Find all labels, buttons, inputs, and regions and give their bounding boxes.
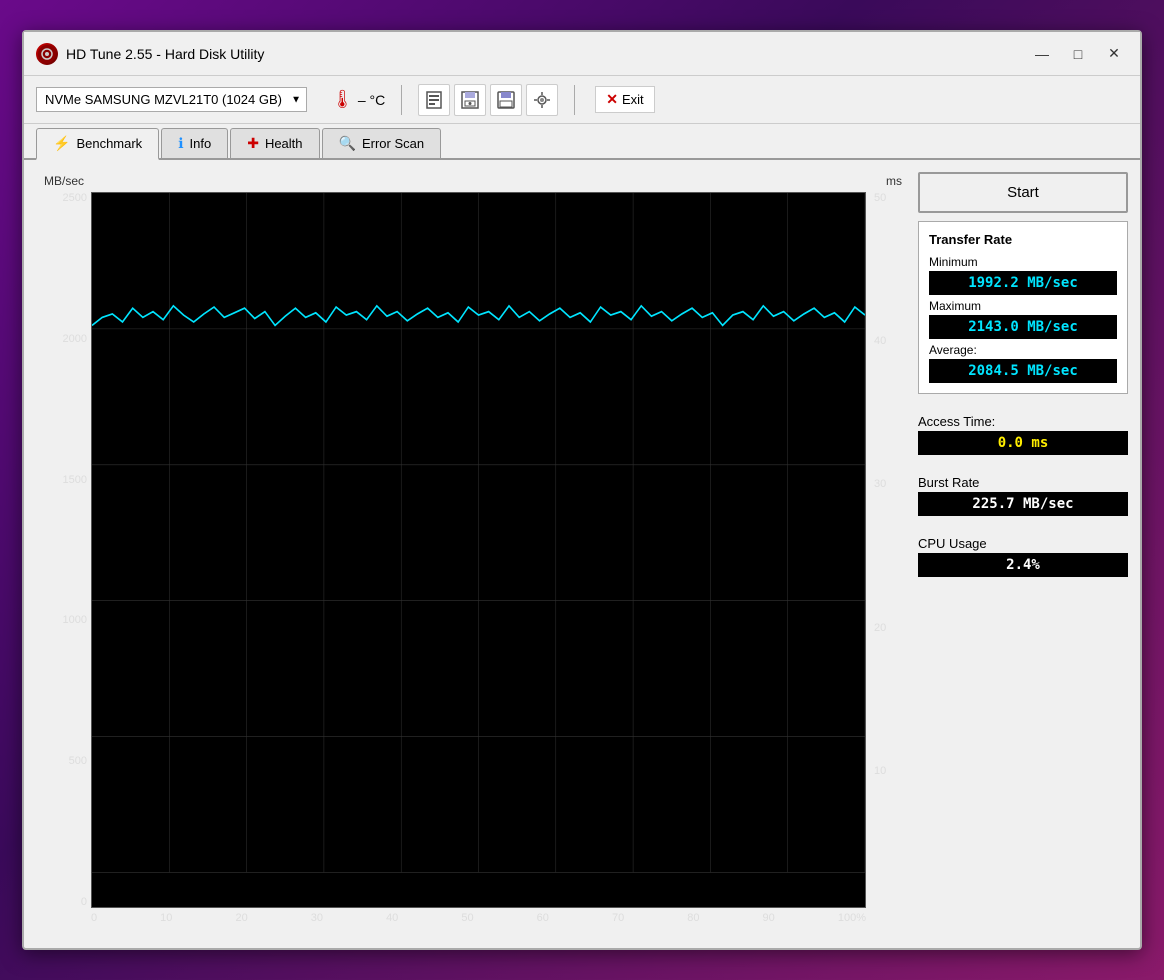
y-label-right-30: 30 [870,478,906,490]
burst-rate-container: Burst Rate 225.7 MB/sec [918,471,1128,516]
minimize-button[interactable]: — [1028,43,1056,65]
tab-info[interactable]: ℹ Info [161,128,228,158]
health-tab-icon: ✚ [247,135,259,152]
y-axis-title: MB/sec [44,174,84,188]
app-icon [36,43,58,65]
x-label-100: 100% [838,912,866,936]
error-scan-tab-label: Error Scan [362,136,424,151]
access-time-value: 0.0 ms [918,431,1128,455]
window-controls: — □ ✕ [1028,43,1128,65]
tab-error-scan[interactable]: 🔍 Error Scan [322,128,442,158]
access-time-container: Access Time: 0.0 ms [918,410,1128,455]
info-tab-label: Info [190,136,212,151]
temperature-display: 🌡 – °C [331,89,385,110]
access-time-label: Access Time: [918,414,1128,429]
error-scan-tab-icon: 🔍 [339,135,356,152]
burst-rate-label: Burst Rate [918,475,1128,490]
transfer-rate-box: Transfer Rate Minimum 1992.2 MB/sec Maxi… [918,221,1128,394]
y-label-right-20: 20 [870,622,906,634]
x-label-20: 20 [235,912,247,936]
right-panel: Start Transfer Rate Minimum 1992.2 MB/se… [918,172,1128,936]
health-tab-label: Health [265,136,303,151]
toolbar-separator [401,85,402,115]
chart-svg [92,193,865,907]
y-axis-title-right: ms [886,174,902,188]
y-label-2500: 2500 [36,192,91,204]
main-window: HD Tune 2.55 - Hard Disk Utility — □ ✕ N… [22,30,1142,950]
x-label-50: 50 [461,912,473,936]
chart-container: MB/sec ms 2500 2000 1500 1000 500 0 [36,172,906,936]
cpu-usage-label: CPU Usage [918,536,1128,551]
x-label-40: 40 [386,912,398,936]
title-left: HD Tune 2.55 - Hard Disk Utility [36,43,264,65]
average-value: 2084.5 MB/sec [929,359,1117,383]
cpu-usage-value: 2.4% [918,553,1128,577]
chart-inner-wrap: 0 10 20 30 40 50 60 70 80 90 100% [91,192,866,936]
y-labels-right: 50 40 30 20 10 [866,192,906,936]
maximum-label: Maximum [929,299,1117,313]
average-label: Average: [929,343,1117,357]
transfer-rate-title: Transfer Rate [929,232,1117,247]
cpu-usage-container: CPU Usage 2.4% [918,532,1128,577]
y-label-1000: 1000 [36,614,91,626]
start-button[interactable]: Start [918,172,1128,213]
save-button[interactable] [490,84,522,116]
save-report-button[interactable] [454,84,486,116]
exit-text: Exit [622,92,644,107]
y-label-right-50: 50 [870,192,906,204]
toolbar: NVMe SAMSUNG MZVL21T0 (1024 GB) 🌡 – °C [24,76,1140,124]
x-label-30: 30 [311,912,323,936]
thermometer-icon: 🌡 [331,89,354,110]
tab-health[interactable]: ✚ Health [230,128,319,158]
burst-rate-value: 225.7 MB/sec [918,492,1128,516]
exit-button[interactable]: ✕ Start Exit [595,86,654,113]
tab-bar: ⚡ Benchmark ℹ Info ✚ Health 🔍 Error Scan [24,124,1140,160]
window-title: HD Tune 2.55 - Hard Disk Utility [66,46,264,62]
minimum-label: Minimum [929,255,1117,269]
y-label-right-40: 40 [870,335,906,347]
x-label-10: 10 [160,912,172,936]
options-button[interactable] [526,84,558,116]
minimum-value: 1992.2 MB/sec [929,271,1117,295]
x-labels: 0 10 20 30 40 50 60 70 80 90 100% [91,908,866,936]
report-icon-button[interactable] [418,84,450,116]
disk-dropdown[interactable]: NVMe SAMSUNG MZVL21T0 (1024 GB) [36,87,307,112]
info-tab-icon: ℹ [178,135,183,152]
toolbar-icons [418,84,558,116]
y-label-right-10: 10 [870,765,906,777]
maximize-button[interactable]: □ [1064,43,1092,65]
benchmark-tab-label: Benchmark [76,136,142,151]
benchmark-tab-icon: ⚡ [53,135,70,152]
toolbar-separator-2 [574,85,575,115]
chart-with-labels: 2500 2000 1500 1000 500 0 [36,192,906,936]
x-label-60: 60 [537,912,549,936]
maximum-value: 2143.0 MB/sec [929,315,1117,339]
y-label-2000: 2000 [36,333,91,345]
x-label-80: 80 [687,912,699,936]
main-content: MB/sec ms 2500 2000 1500 1000 500 0 [24,160,1140,948]
y-label-1500: 1500 [36,474,91,486]
y-label-500: 500 [36,755,91,767]
y-label-0: 0 [36,896,91,908]
x-label-0: 0 [91,912,97,936]
tab-benchmark[interactable]: ⚡ Benchmark [36,128,159,160]
temp-value: – °C [358,92,385,108]
x-label-70: 70 [612,912,624,936]
x-label-90: 90 [763,912,775,936]
title-bar: HD Tune 2.55 - Hard Disk Utility — □ ✕ [24,32,1140,76]
close-button[interactable]: ✕ [1100,43,1128,65]
y-labels-left: 2500 2000 1500 1000 500 0 [36,192,91,936]
y-axis-title-left-container: MB/sec ms [36,172,906,192]
chart-area [91,192,866,908]
disk-selector[interactable]: NVMe SAMSUNG MZVL21T0 (1024 GB) [36,87,307,112]
